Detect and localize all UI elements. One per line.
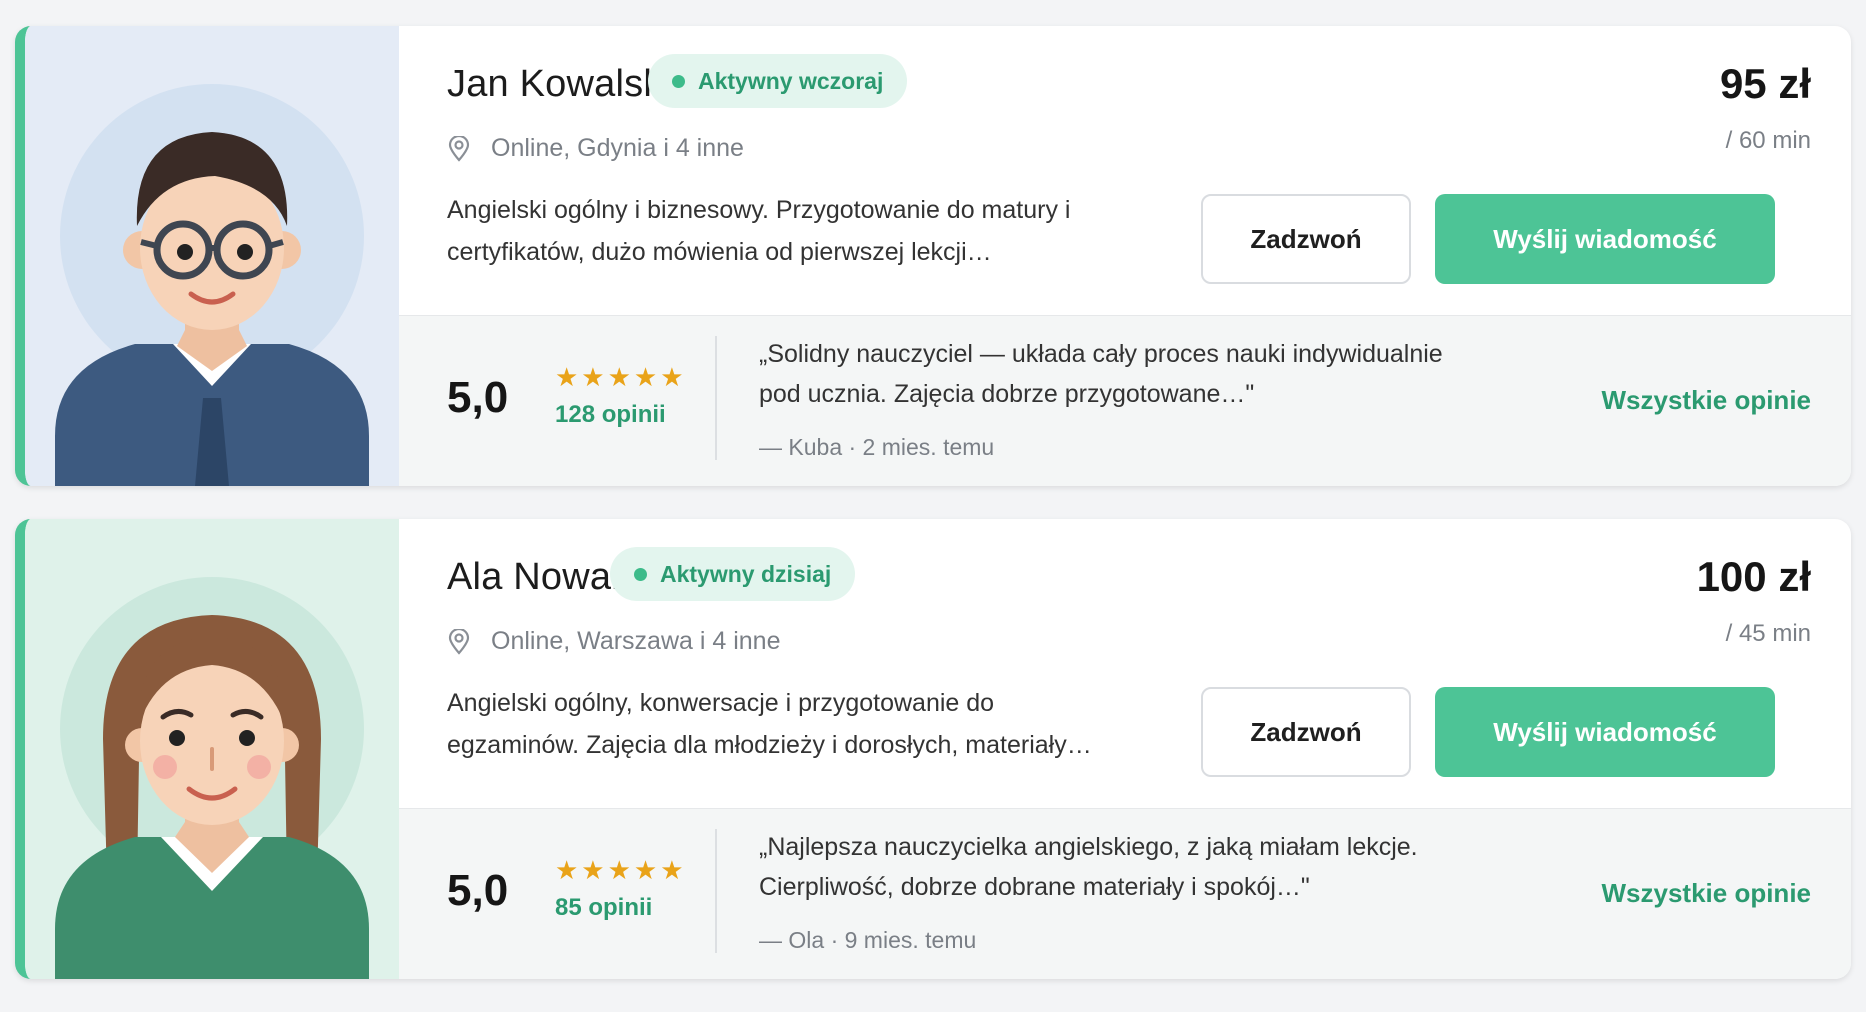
- send-message-button[interactable]: Wyślij wiadomość: [1435, 194, 1775, 284]
- price: 100 zł: [1696, 553, 1811, 600]
- tutor-photo[interactable]: [25, 26, 399, 486]
- status-text: Aktywny dzisiaj: [660, 561, 832, 587]
- description-line: Angielski ogólny, konwersacje i przygoto…: [447, 689, 995, 717]
- review-count-link[interactable]: 85 opinii: [555, 891, 652, 925]
- all-reviews-link[interactable]: Wszystkie opinie: [1602, 875, 1812, 911]
- reviews-section: 5,0 ★★★★★ 128 opinii „Solidny nauczyciel…: [399, 315, 1851, 486]
- quote-line: Cierpliwość, dobrze dobrane materiały i …: [759, 873, 1310, 901]
- reviews-section: 5,0 ★★★★★ 85 opinii „Najlepsza nauczycie…: [399, 808, 1851, 979]
- rating-score: 5,0: [447, 866, 509, 915]
- review-author: — Ola · 9 mies. temu: [759, 927, 977, 953]
- review-author: — Kuba · 2 mies. temu: [759, 434, 995, 460]
- tutor-description: Angielski ogólny i biznesowy. Przygotowa…: [447, 189, 1167, 273]
- location-text: Online, Gdynia i 4 inne: [491, 134, 744, 162]
- location-pin-icon: [448, 136, 470, 162]
- status-dot-icon: [672, 75, 685, 88]
- divider: [715, 829, 717, 953]
- description-line: certyfikatów, dużo mówienia od pierwszej…: [447, 238, 992, 266]
- send-message-button[interactable]: Wyślij wiadomość: [1435, 687, 1775, 777]
- tutor-card[interactable]: Jan Kowalski Aktywny wczoraj Online, Gdy…: [15, 26, 1851, 486]
- status-text: Aktywny wczoraj: [698, 68, 884, 94]
- tutor-card[interactable]: Ala Nowak Aktywny dzisiaj Online, Warsza…: [15, 519, 1851, 979]
- review-quote: „Solidny nauczyciel — układa cały proces…: [759, 334, 1549, 414]
- location-text: Online, Warszawa i 4 inne: [491, 627, 781, 655]
- male-tutor-avatar-icon: [55, 84, 369, 486]
- divider: [715, 336, 717, 460]
- tutor-name[interactable]: Ala Nowak: [447, 551, 630, 603]
- tutor-header: Ala Nowak Aktywny dzisiaj Online, Warsza…: [399, 519, 1851, 808]
- status-badge: Aktywny dzisiaj: [610, 547, 856, 601]
- call-button[interactable]: Zadzwoń: [1201, 194, 1411, 284]
- description-line: egzaminów. Zajęcia dla młodzieży i doros…: [447, 731, 1092, 759]
- location-pin-icon: [448, 629, 470, 655]
- rating-stars-icon: ★★★★★: [555, 362, 687, 392]
- review-quote: „Najlepsza nauczycielka angielskiego, z …: [759, 827, 1549, 907]
- tutor-description: Angielski ogólny, konwersacje i przygoto…: [447, 682, 1167, 766]
- tutor-photo[interactable]: [25, 519, 399, 979]
- price-duration: / 45 min: [1725, 620, 1811, 647]
- tutor-header: Jan Kowalski Aktywny wczoraj Online, Gdy…: [399, 26, 1851, 315]
- rating-score: 5,0: [447, 373, 509, 422]
- status-badge: Aktywny wczoraj: [648, 54, 908, 108]
- price-duration: / 60 min: [1725, 127, 1811, 154]
- tutor-list: Jan Kowalski Aktywny wczoraj Online, Gdy…: [15, 26, 1851, 1012]
- description-line: Angielski ogólny i biznesowy. Przygotowa…: [447, 196, 1071, 224]
- tutor-name[interactable]: Jan Kowalski: [447, 58, 671, 110]
- all-reviews-link[interactable]: Wszystkie opinie: [1602, 382, 1812, 418]
- tutor-location: Online, Warszawa i 4 inne: [447, 621, 780, 661]
- call-button[interactable]: Zadzwoń: [1201, 687, 1411, 777]
- tutor-location: Online, Gdynia i 4 inne: [447, 128, 744, 168]
- female-tutor-avatar-icon: [55, 577, 369, 979]
- quote-line: „Solidny nauczyciel — układa cały proces…: [759, 340, 1443, 368]
- price: 95 zł: [1719, 60, 1811, 107]
- status-dot-icon: [634, 568, 647, 581]
- rating-stars-icon: ★★★★★: [555, 855, 687, 885]
- quote-line: pod ucznia. Zajęcia dobrze przygotowane……: [759, 380, 1255, 408]
- review-count-link[interactable]: 128 opinii: [555, 398, 666, 432]
- quote-line: „Najlepsza nauczycielka angielskiego, z …: [759, 833, 1418, 861]
